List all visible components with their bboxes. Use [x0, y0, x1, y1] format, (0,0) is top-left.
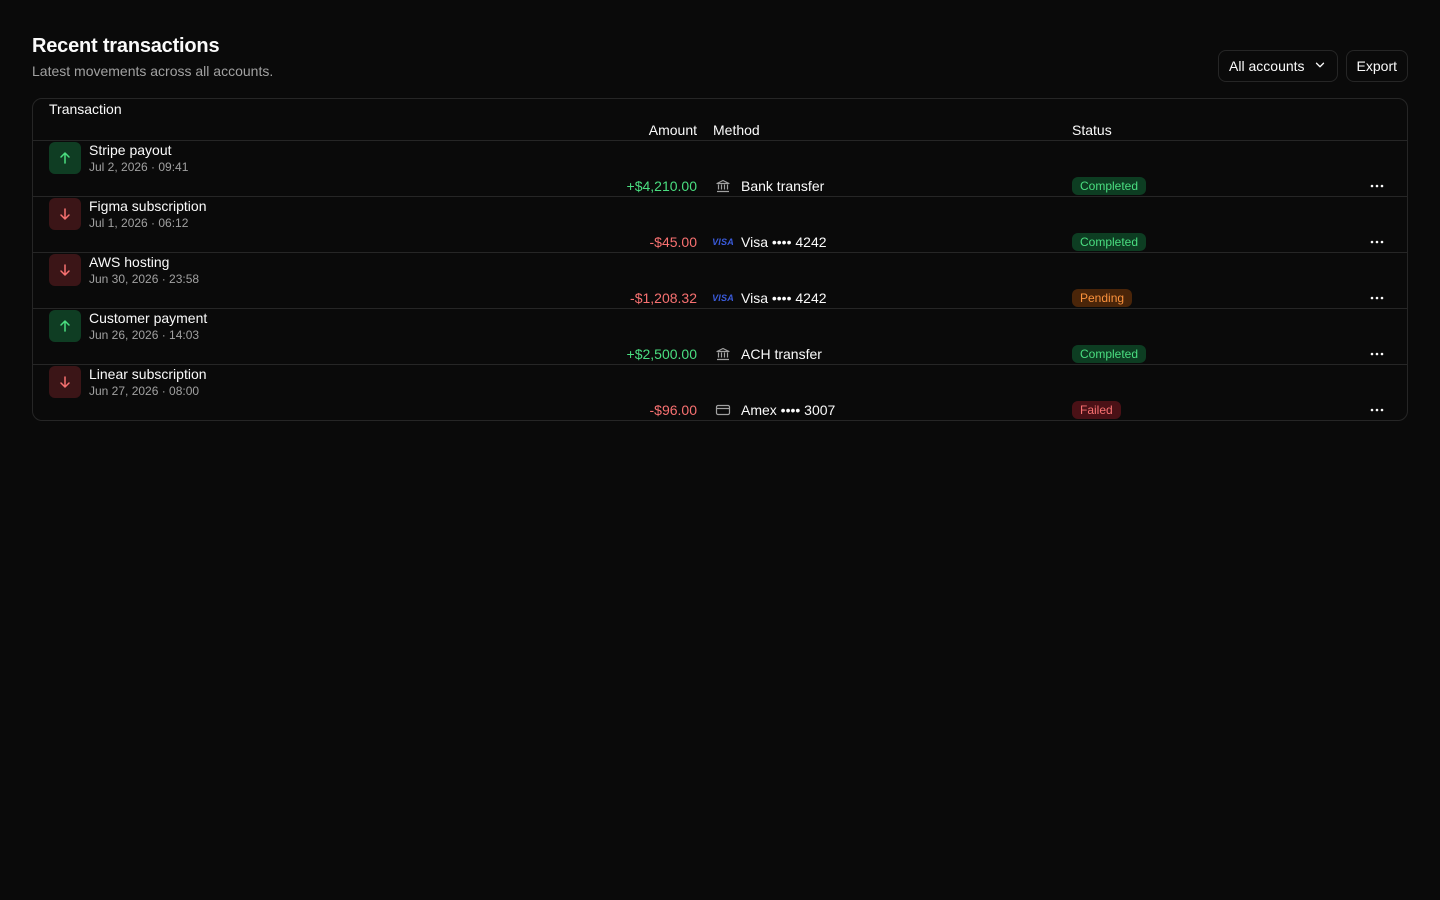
method-label: Amex •••• 3007 — [741, 401, 836, 418]
bank-icon — [713, 178, 733, 194]
method-label: Visa •••• 4242 — [741, 289, 827, 306]
visa-icon: VISA — [712, 234, 734, 250]
credit-card-icon — [713, 402, 733, 418]
transaction-cell: Customer payment Jun 26, 2026 · 14:03 — [33, 309, 697, 343]
export-button[interactable]: Export — [1345, 50, 1408, 82]
more-options-icon[interactable] — [1367, 232, 1387, 252]
status-cell: Completed — [1072, 232, 1282, 251]
method-label: Visa •••• 4242 — [741, 233, 827, 250]
transaction-name: Figma subscription — [89, 198, 207, 215]
transaction-date: Jul 2, 2026 · 09:41 — [89, 160, 189, 175]
table-row[interactable]: AWS hosting Jun 30, 2026 · 23:58 -$1,208… — [33, 252, 1407, 308]
row-actions — [1367, 232, 1407, 252]
transaction-amount: +$4,210.00 — [626, 177, 697, 194]
table-row[interactable]: Stripe payout Jul 2, 2026 · 09:41 +$4,21… — [33, 140, 1407, 196]
more-options-icon[interactable] — [1367, 400, 1387, 420]
more-options-icon[interactable] — [1367, 344, 1387, 364]
column-header-method: Method — [713, 121, 760, 138]
arrow-up-icon — [49, 142, 81, 175]
transaction-info: AWS hosting Jun 30, 2026 · 23:58 — [89, 253, 199, 287]
page-subtitle: Latest movements across all accounts. — [32, 63, 274, 79]
status-badge: Pending — [1072, 288, 1133, 307]
status-cell: Completed — [1072, 176, 1282, 195]
column-header-transaction: Transaction — [49, 101, 122, 118]
transaction-amount: -$1,208.32 — [630, 289, 697, 306]
transaction-cell: AWS hosting Jun 30, 2026 · 23:58 — [33, 253, 697, 287]
arrow-up-icon — [49, 310, 81, 343]
visa-logo-text: VISA — [712, 292, 734, 303]
more-options-icon[interactable] — [1367, 176, 1387, 196]
transaction-info: Figma subscription Jul 1, 2026 · 06:12 — [89, 197, 207, 231]
method-label: ACH transfer — [741, 345, 822, 362]
transaction-amount: +$2,500.00 — [626, 345, 697, 362]
transaction-date: Jun 27, 2026 · 08:00 — [89, 384, 200, 399]
status-cell: Failed — [1072, 400, 1282, 419]
chevron-down-icon — [1313, 58, 1327, 75]
page: Recent transactions Latest movements acr… — [0, 0, 1440, 900]
header-text: Recent transactions Latest movements acr… — [32, 35, 273, 80]
transaction-date: Jun 30, 2026 · 23:58 — [89, 272, 200, 287]
status-cell: Completed — [1072, 344, 1282, 363]
arrow-down-icon — [49, 366, 81, 399]
method-cell: VISA Visa •••• 4242 — [712, 289, 1072, 306]
status-badge: Failed — [1072, 400, 1121, 419]
transaction-cell: Figma subscription Jul 1, 2026 · 06:12 — [33, 197, 697, 231]
account-filter-dropdown[interactable]: All accounts — [1218, 50, 1338, 82]
column-header-status: Status — [1072, 121, 1112, 138]
status-badge: Completed — [1072, 176, 1147, 195]
row-actions — [1367, 344, 1407, 364]
method-cell: Amex •••• 3007 — [713, 402, 1072, 418]
page-title: Recent transactions — [32, 35, 220, 57]
visa-logo-text: VISA — [712, 236, 734, 247]
transaction-info: Stripe payout Jul 2, 2026 · 09:41 — [89, 141, 188, 175]
table-row[interactable]: Customer payment Jun 26, 2026 · 14:03 +$… — [33, 308, 1407, 364]
transaction-info: Linear subscription Jun 27, 2026 · 08:00 — [89, 365, 207, 399]
account-filter-label: All accounts — [1229, 58, 1305, 74]
method-cell: VISA Visa •••• 4242 — [712, 233, 1072, 250]
transaction-cell: Linear subscription Jun 27, 2026 · 08:00 — [33, 365, 697, 399]
transactions-table: Transaction Amount Method Status Stripe … — [32, 98, 1408, 421]
more-options-icon[interactable] — [1367, 288, 1387, 308]
transaction-cell: Stripe payout Jul 2, 2026 · 09:41 — [33, 141, 697, 175]
table-header-row: Transaction Amount Method Status — [33, 99, 1407, 140]
status-badge: Completed — [1072, 232, 1147, 251]
status-badge: Completed — [1072, 344, 1147, 363]
column-header-amount: Amount — [648, 121, 697, 138]
transaction-date: Jul 1, 2026 · 06:12 — [89, 216, 189, 231]
method-label: Bank transfer — [741, 177, 825, 194]
header-actions: All accounts Export — [1218, 50, 1408, 82]
transaction-name: Stripe payout — [89, 142, 172, 159]
bank-icon — [713, 346, 733, 362]
transaction-info: Customer payment Jun 26, 2026 · 14:03 — [89, 309, 207, 343]
method-cell: Bank transfer — [713, 178, 1072, 194]
table-row[interactable]: Linear subscription Jun 27, 2026 · 08:00… — [33, 364, 1407, 420]
transaction-date: Jun 26, 2026 · 14:03 — [89, 328, 200, 343]
arrow-down-icon — [49, 254, 81, 287]
transaction-amount: -$96.00 — [649, 401, 697, 418]
transaction-amount: -$45.00 — [649, 233, 697, 250]
transaction-name: Customer payment — [89, 310, 208, 327]
row-actions — [1367, 288, 1407, 308]
table-body: Stripe payout Jul 2, 2026 · 09:41 +$4,21… — [33, 140, 1407, 420]
row-actions — [1367, 400, 1407, 420]
arrow-down-icon — [49, 198, 81, 231]
transaction-name: AWS hosting — [89, 254, 170, 271]
method-cell: ACH transfer — [713, 346, 1072, 362]
visa-icon: VISA — [712, 290, 734, 306]
row-actions — [1367, 176, 1407, 196]
page-header: Recent transactions Latest movements acr… — [32, 0, 1408, 98]
transaction-name: Linear subscription — [89, 366, 207, 383]
status-cell: Pending — [1072, 288, 1282, 307]
table-row[interactable]: Figma subscription Jul 1, 2026 · 06:12 -… — [33, 196, 1407, 252]
